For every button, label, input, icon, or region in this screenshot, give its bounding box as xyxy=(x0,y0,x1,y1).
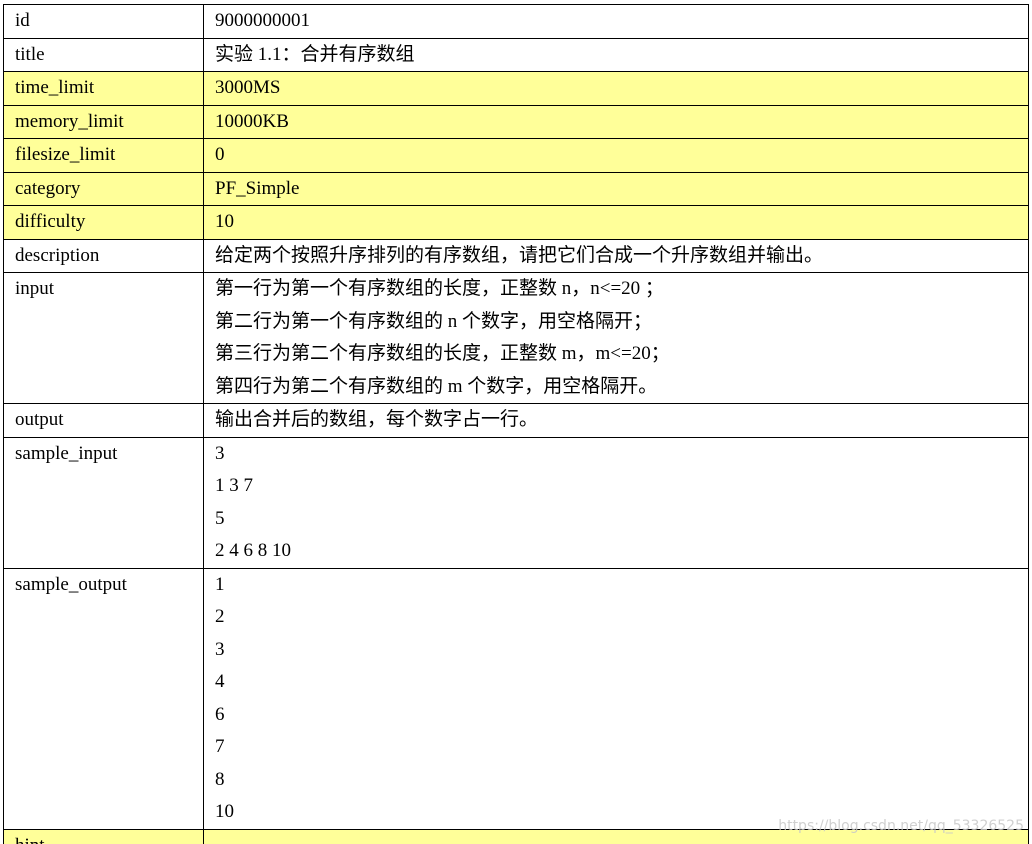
spec-row-memory-limit: memory_limit 10000KB xyxy=(3,104,1029,139)
field-name: sample_input xyxy=(3,436,204,569)
spec-row-title: title 实验 1.1：合并有序数组 xyxy=(3,37,1029,72)
field-name: time_limit xyxy=(3,71,204,106)
value-line: 7 xyxy=(215,736,225,757)
field-value: PF_Simple xyxy=(203,171,1029,206)
field-name: input xyxy=(3,272,204,404)
watermark: https://blog.csdn.net/qq_53326525 xyxy=(778,818,1024,834)
value-line: 第二行为第一个有序数组的 n 个数字，用空格隔开； xyxy=(215,310,653,332)
value-line: 1 3 7 xyxy=(215,475,253,496)
spec-row-description: description 给定两个按照升序排列的有序数组，请把它们合成一个升序数组并… xyxy=(3,238,1029,273)
field-name: hint xyxy=(3,828,204,844)
spec-row-time-limit: time_limit 3000MS xyxy=(3,71,1029,106)
value-line: 3000MS xyxy=(215,77,281,98)
value-line: 8 xyxy=(215,768,225,790)
value-line: 5 xyxy=(215,507,225,529)
value-line: 9000000001 xyxy=(215,10,310,31)
field-name: category xyxy=(3,171,204,206)
field-value: 1 2 3 4 6 7 8 10 xyxy=(203,567,1029,830)
value-line: 给定两个按照升序排列的有序数组，请把它们合成一个升序数组并输出。 xyxy=(215,244,824,266)
field-name: sample_output xyxy=(3,567,204,830)
value-line: 10000KB xyxy=(215,110,289,132)
value-line: 第四行为第二个有序数组的 m 个数字，用空格隔开。 xyxy=(215,375,658,397)
value-line: 实验 1.1：合并有序数组 xyxy=(215,43,415,65)
field-value: 9000000001 xyxy=(203,4,1029,39)
field-value: 10 xyxy=(203,205,1029,240)
value-line: 6 xyxy=(215,703,225,725)
value-line: PF_Simple xyxy=(215,177,300,199)
value-line: 0 xyxy=(215,144,225,165)
field-name: id xyxy=(3,4,204,39)
value-line: 10 xyxy=(215,211,234,232)
field-name: output xyxy=(3,403,204,438)
field-name: filesize_limit xyxy=(3,138,204,173)
value-line: 第一行为第一个有序数组的长度，正整数 n，n<=20 ； xyxy=(215,278,664,299)
problem-spec-table: id 9000000001 title 实验 1.1：合并有序数组 time_limit… xyxy=(3,4,1029,844)
spec-row-sample-input: sample_input 3 1 3 7 5 2 4 6 8 10 xyxy=(3,436,1029,569)
field-value: 输出合并后的数组，每个数字占一行。 xyxy=(203,403,1029,438)
field-value: 3 1 3 7 5 2 4 6 8 10 xyxy=(203,436,1029,569)
spec-row-output: output 输出合并后的数组，每个数字占一行。 xyxy=(3,403,1029,438)
spec-row-id: id 9000000001 xyxy=(3,4,1029,39)
spec-row-filesize-limit: filesize_limit 0 xyxy=(3,138,1029,173)
field-value: 0 xyxy=(203,138,1029,173)
value-line: 2 4 6 8 10 xyxy=(215,540,291,561)
value-line: 3 xyxy=(215,442,225,464)
spec-row-category: category PF_Simple xyxy=(3,171,1029,206)
field-value: 3000MS xyxy=(203,71,1029,106)
field-name: description xyxy=(3,238,204,273)
spec-row-sample-output: sample_output 1 2 3 4 6 7 8 10 xyxy=(3,567,1029,830)
value-line: 4 xyxy=(215,671,225,692)
field-value: 给定两个按照升序排列的有序数组，请把它们合成一个升序数组并输出。 xyxy=(203,238,1029,273)
value-line: 第三行为第二个有序数组的长度，正整数 m，m<=20； xyxy=(215,343,670,364)
field-value: 10000KB xyxy=(203,104,1029,139)
field-name: memory_limit xyxy=(3,104,204,139)
field-value: 第一行为第一个有序数组的长度，正整数 n，n<=20 ； 第二行为第一个有序数组的… xyxy=(203,272,1029,404)
value-line: 3 xyxy=(215,638,225,660)
field-value: 实验 1.1：合并有序数组 xyxy=(203,37,1029,72)
field-name: title xyxy=(3,37,204,72)
value-line: 1 xyxy=(215,573,225,595)
problem-spec-rows: id 9000000001 title 实验 1.1：合并有序数组 time_limit… xyxy=(3,4,1029,844)
field-name: difficulty xyxy=(3,205,204,240)
value-line: 输出合并后的数组，每个数字占一行。 xyxy=(215,409,539,430)
spec-row-input: input 第一行为第一个有序数组的长度，正整数 n，n<=20 ； 第二行为第一个… xyxy=(3,272,1029,404)
spec-row-difficulty: difficulty 10 xyxy=(3,205,1029,240)
value-line: 2 xyxy=(215,606,225,627)
